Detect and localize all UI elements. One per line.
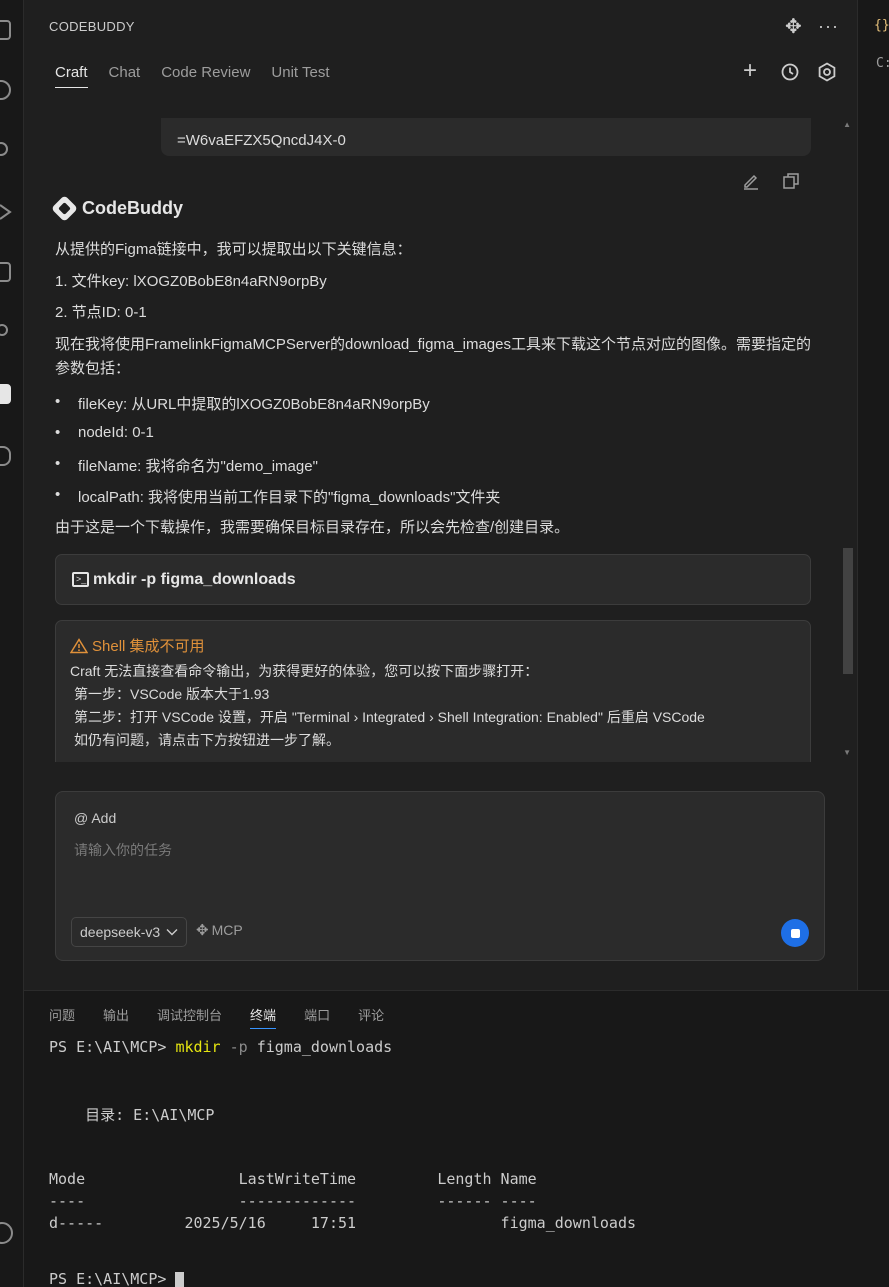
panel-header: CODEBUDDY ✥ ··· Craft Chat Code Review U… [24,0,857,118]
tab-output[interactable]: 输出 [103,1005,129,1029]
edit-icon[interactable] [742,172,760,190]
codebuddy-logo-icon [51,195,78,222]
editor-area: {} C: [857,0,889,990]
assistant-line-intro: 从提供的Figma链接中，我可以提取出以下关键信息： [55,241,412,258]
mode-tabs: Craft Chat Code Review Unit Test [55,64,351,88]
command-block[interactable]: >_ mkdir -p figma_downloads [55,554,811,605]
user-message-tail: =W6vaEFZX5QncdJ4X-0 [177,132,346,149]
model-select[interactable]: deepseek-v3 [71,917,188,947]
stop-button[interactable] [781,919,809,947]
terminal-row-line: d----- 2025/5/16 17:51 figma_downloads [49,1214,636,1232]
assistant-line-plan: 现在我将使用FramelinkFigmaMCPServer的download_f… [55,336,811,377]
tab-code-review[interactable]: Code Review [161,64,250,88]
warning-line: 第二步：打开 VSCode 设置，开启 "Terminal › Integrat… [74,709,705,725]
assistant-header: CodeBuddy [51,195,183,222]
model-name: deepseek-v3 [80,924,161,940]
tab-unit-test[interactable]: Unit Test [271,64,329,88]
activity-bar [0,0,24,1287]
remote-icon[interactable] [0,446,11,466]
git-graph-icon[interactable] [0,324,8,336]
history-icon[interactable] [780,62,800,86]
warning-line: 第一步：VSCode 版本大于1.93 [74,686,270,702]
list-item: nodeId: 0-1 [55,424,154,441]
warning-line: Craft 无法直接查看命令输出，为获得更好的体验，您可以按下面步骤打开： [70,663,539,679]
settings-icon[interactable] [817,62,837,86]
terminal-icon: >_ [72,572,89,587]
tab-comments[interactable]: 评论 [358,1005,384,1029]
account-icon[interactable] [0,1222,13,1244]
codebuddy-icon[interactable] [0,384,11,404]
list-item: fileName: 我将命名为"demo_image" [55,455,318,476]
tab-craft[interactable]: Craft [55,64,88,88]
new-chat-icon[interactable]: + [743,59,757,83]
chevron-down-icon [166,929,178,936]
codebuddy-panel: CODEBUDDY ✥ ··· Craft Chat Code Review U… [24,0,857,990]
shell-warning-card: Shell 集成不可用 Craft 无法直接查看命令输出，为获得更好的体验，您可… [55,620,811,762]
tab-ports[interactable]: 端口 [304,1005,330,1029]
run-debug-icon[interactable] [0,202,12,222]
add-context-button[interactable]: @ Add [74,810,116,826]
scroll-up-arrow[interactable]: ▲ [843,120,851,129]
extensions-icon[interactable] [0,262,11,282]
task-input[interactable] [74,842,774,858]
explorer-icon[interactable] [0,20,11,40]
search-icon[interactable] [0,80,11,100]
tab-terminal[interactable]: 终端 [250,1005,277,1029]
warning-title: Shell 集成不可用 [70,635,796,656]
list-item: localPath: 我将使用当前工作目录下的"figma_downloads"… [55,486,500,507]
scrollbar-thumb[interactable] [843,548,853,674]
terminal-command-line[interactable]: PS E:\AI\MCP> mkdir -p figma_downloads [49,1038,392,1056]
terminal-dash-line: ---- ------------- ------ ---- [49,1192,537,1210]
task-input-box: @ Add deepseek-v3 ✥ MCP [55,791,825,961]
tab-debug-console[interactable]: 调试控制台 [157,1005,222,1029]
warning-icon [70,637,88,653]
terminal-header-line: Mode LastWriteTime Length Name [49,1170,537,1188]
assistant-line-note: 由于这是一个下载操作，我需要确保目标目录存在，所以会先检查/创建目录。 [55,519,570,536]
warning-line: 如仍有问题，请点击下方按钮进一步了解。 [74,732,340,748]
list-item: fileKey: 从URL中提取的lXOGZ0BobE8n4aRN9orpBy [55,393,430,414]
panel-title: CODEBUDDY [49,19,135,34]
more-actions-icon[interactable]: ··· [818,16,839,36]
editor-text: C: [876,56,889,71]
mcp-button[interactable]: ✥ MCP [196,921,243,939]
tab-problems[interactable]: 问题 [49,1005,75,1029]
assistant-line-item2: 2. 节点ID: 0-1 [55,304,147,321]
terminal-cursor [175,1271,185,1287]
assistant-name: CodeBuddy [82,198,183,218]
source-control-icon[interactable] [0,142,8,156]
tab-chat[interactable]: Chat [109,64,141,88]
terminal-directory-line: 目录: E:\AI\MCP [49,1106,215,1124]
copy-icon[interactable] [782,172,800,190]
command-text: mkdir -p figma_downloads [93,570,296,588]
mcp-icon: ✥ [196,922,209,939]
codebuddy-extension-icon[interactable]: ✥ [785,17,802,37]
user-message: =W6vaEFZX5QncdJ4X-0 [161,118,811,156]
terminal-prompt-line[interactable]: PS E:\AI\MCP> [49,1270,185,1287]
scroll-down-arrow[interactable]: ▼ [843,748,851,757]
assistant-line-item1: 1. 文件key: lXOGZ0BobE8n4aRN9orpBy [55,273,327,290]
panel-tabs: 问题 输出 调试控制台 终端 端口 评论 [49,1005,412,1029]
terminal-panel: 问题 输出 调试控制台 终端 端口 评论 PS E:\AI\MCP> mkdir… [24,990,889,1287]
conversation-scroll[interactable]: =W6vaEFZX5QncdJ4X-0 CodeBuddy 从提供的Figma链… [24,118,857,762]
json-file-icon[interactable]: {} [874,18,889,33]
